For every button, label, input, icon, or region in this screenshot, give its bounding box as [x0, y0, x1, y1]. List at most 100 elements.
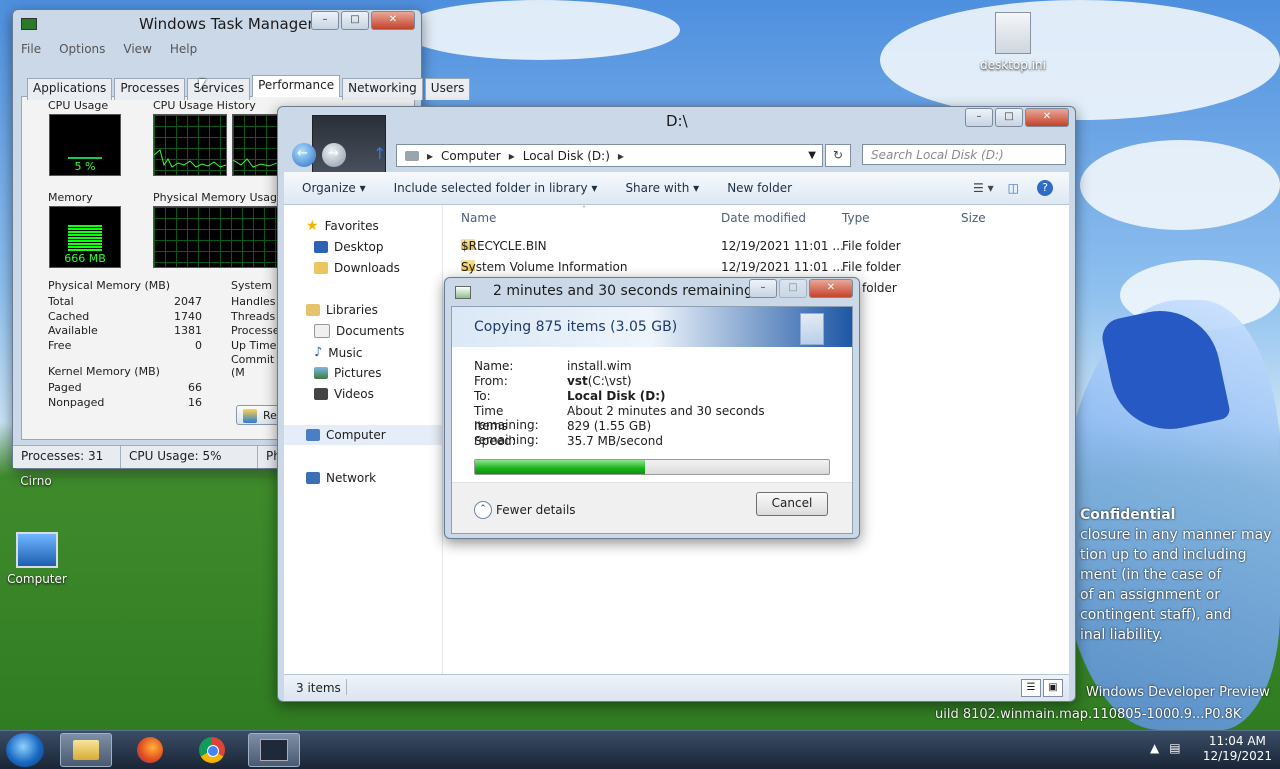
menu-help[interactable]: Help — [170, 42, 197, 56]
desktop-icon-label: Cirno — [20, 474, 52, 488]
new-folder-button[interactable]: New folder — [727, 181, 792, 195]
large-icons-view-icon[interactable]: ▣ — [1043, 679, 1063, 697]
desktop-icon-cirno[interactable]: Cirno — [8, 474, 64, 488]
desktop-icon-label: Computer — [7, 572, 67, 586]
breadcrumb-local-disk[interactable]: Local Disk (D:) — [523, 149, 610, 163]
start-button[interactable] — [6, 733, 44, 767]
show-hidden-icons[interactable]: ▲ — [1150, 741, 1159, 755]
copy-icon — [455, 286, 471, 299]
column-size[interactable]: Size — [961, 211, 986, 225]
taskbar-chrome[interactable] — [186, 733, 238, 767]
menu-view[interactable]: View — [123, 42, 151, 56]
stat-key: Cached — [48, 309, 90, 323]
cpu-history-line — [232, 158, 278, 168]
desktop-icon-computer[interactable]: Computer — [4, 532, 70, 586]
stat-value: 2047 — [174, 295, 202, 308]
tab-applications[interactable]: Applications — [27, 78, 113, 100]
source-link[interactable]: vst — [567, 374, 588, 388]
forward-button[interactable]: → — [322, 143, 346, 167]
copy-dialog-titlebar[interactable]: 2 minutes and 30 seconds remaining – □ ✕ — [445, 278, 859, 306]
desktop-icon-label: desktop.ini — [980, 58, 1046, 72]
task-manager-titlebar[interactable]: Windows Task Manager – □ ✕ — [13, 10, 421, 38]
maximize-button[interactable]: □ — [341, 11, 369, 30]
search-input[interactable]: Search Local Disk (D:) — [862, 144, 1066, 165]
maximize-button[interactable]: □ — [995, 108, 1023, 127]
chevron-down-icon[interactable]: ▼ — [808, 150, 816, 161]
nav-videos[interactable]: Videos — [314, 387, 374, 401]
stat-value: 1740 — [174, 309, 202, 323]
taskbar-task-manager[interactable] — [248, 733, 300, 767]
cloud — [1080, 140, 1280, 230]
nav-label: Desktop — [334, 240, 384, 254]
address-bar[interactable]: ▸ Computer ▸ Local Disk (D:) ▸ ▼ — [396, 144, 823, 167]
videos-icon — [314, 388, 328, 400]
copy-progress-dialog[interactable]: 2 minutes and 30 seconds remaining – □ ✕… — [444, 277, 860, 539]
share-with-button[interactable]: Share with ▾ — [625, 181, 699, 195]
explorer-titlebar[interactable]: D:\ – □ ✕ — [278, 107, 1075, 135]
nav-label: Pictures — [334, 366, 382, 380]
close-button[interactable]: ✕ — [809, 279, 853, 298]
column-name[interactable]: Name — [461, 211, 496, 225]
cpu-history-graph-core1 — [153, 114, 227, 176]
item-count: 3 items — [296, 681, 341, 695]
include-label: Include selected folder in library — [393, 181, 588, 195]
organize-button[interactable]: Organize ▾ — [302, 181, 366, 195]
field-value: install.wim — [567, 359, 632, 373]
back-button[interactable]: ← — [292, 143, 316, 167]
fewer-details-toggle[interactable]: ⌃ Fewer details — [474, 501, 576, 519]
network-icon[interactable]: ▤ — [1169, 741, 1180, 755]
tab-services[interactable]: Services — [187, 78, 251, 100]
watermark-line: of an assignment or — [1080, 587, 1221, 603]
minimize-button[interactable]: – — [965, 108, 993, 127]
file-name: $RECYCLE.BIN — [461, 239, 547, 253]
kernel-memory-stats: Kernel Memory (MB) Paged 66 Nonpaged 16 — [48, 365, 202, 410]
minimize-button[interactable]: – — [749, 279, 777, 298]
menu-options[interactable]: Options — [59, 42, 105, 56]
taskbar-explorer[interactable] — [60, 733, 112, 767]
details-view-icon[interactable]: ☰ — [1021, 679, 1041, 697]
close-button[interactable]: ✕ — [371, 11, 415, 30]
minimize-button[interactable]: – — [311, 11, 339, 30]
clock[interactable]: 11:04 AM 12/19/2021 — [1203, 734, 1272, 764]
help-icon[interactable]: ? — [1037, 180, 1053, 196]
tab-networking[interactable]: Networking — [342, 78, 423, 100]
destination-link[interactable]: Local Disk (D:) — [567, 389, 666, 403]
file-row[interactable]: System Volume Information 12/19/2021 11:… — [461, 260, 1051, 278]
breadcrumb-computer[interactable]: Computer — [441, 149, 501, 163]
column-type[interactable]: Type — [842, 211, 870, 225]
nav-computer[interactable]: Computer — [284, 425, 442, 445]
taskbar-firefox[interactable] — [124, 733, 176, 767]
nav-label: Documents — [336, 324, 405, 338]
nav-label: Network — [326, 471, 377, 485]
nav-network[interactable]: Network — [306, 471, 376, 485]
tab-performance[interactable]: Performance — [252, 75, 341, 97]
file-type: File folder — [842, 239, 901, 253]
copy-dialog-title: 2 minutes and 30 seconds remaining — [493, 283, 753, 299]
nav-libraries[interactable]: Libraries — [306, 303, 378, 317]
tab-users[interactable]: Users — [424, 78, 471, 100]
nav-documents[interactable]: Documents — [314, 324, 404, 338]
close-button[interactable]: ✕ — [1025, 108, 1069, 127]
refresh-button[interactable]: ↻ — [825, 144, 851, 167]
view-options-icon[interactable]: ☰ ▾ — [973, 181, 994, 195]
column-date-modified[interactable]: Date modified — [721, 211, 806, 225]
menu-file[interactable]: File — [21, 42, 41, 56]
up-button[interactable]: ↑ — [373, 144, 386, 163]
taskbar: ▲ ▤ 11:04 AM 12/19/2021 — [0, 730, 1280, 769]
tab-processes[interactable]: Processes — [114, 78, 186, 100]
cpu-history-line — [153, 149, 227, 168]
include-in-library-button[interactable]: Include selected folder in library ▾ — [394, 181, 598, 195]
desktop-icon-desktop-ini[interactable]: desktop.ini — [978, 12, 1048, 72]
cloud — [400, 0, 680, 60]
preview-pane-icon[interactable]: ◫ — [1008, 181, 1019, 195]
nav-desktop[interactable]: Desktop — [314, 240, 384, 254]
nav-downloads[interactable]: Downloads — [314, 261, 400, 275]
nav-pictures[interactable]: Pictures — [314, 366, 382, 380]
file-row[interactable]: $RECYCLE.BIN 12/19/2021 11:01 ... File f… — [461, 239, 1051, 257]
stat-key: Total — [48, 295, 74, 308]
nav-favorites[interactable]: ★ Favorites — [306, 218, 379, 234]
nav-label: Libraries — [326, 303, 378, 317]
cancel-button[interactable]: Cancel — [756, 492, 828, 516]
nav-music[interactable]: ♪ Music — [314, 345, 362, 360]
memory-label: Memory — [48, 191, 93, 204]
